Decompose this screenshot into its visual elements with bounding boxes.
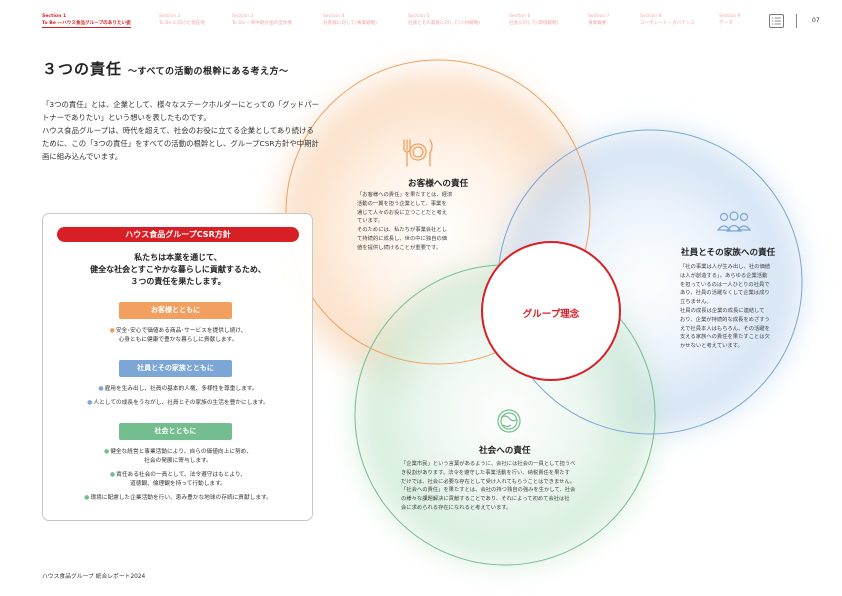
page-title: ３つの責任 ～すべての活動の根幹にある考え方～ [42, 58, 289, 79]
customer-body: 「お客様への責任」を果たすとは、経済 活動の一翼を担う企業として、事業を 通じて… [357, 192, 453, 251]
list-item: ●環境に配慮した企業活動を行い、恵み豊かな地球の存続に貢献します。 [84, 494, 272, 501]
list-item: ●人としての成長をうながし、社員とその家族の生活を豊かにします。 [87, 399, 269, 406]
page-number: 07 [812, 17, 820, 24]
title-main: ３つの責任 [42, 60, 123, 78]
customer-heading: お客様への責任 [408, 179, 469, 189]
intro-text: 「3つの責任」とは、企業として、様々なステークホルダーにとっての「グッドパートナ… [42, 98, 320, 163]
society-body: 「企業市民」という言葉があるように、会社には社会の一員として担うべ き役割があり… [401, 461, 576, 511]
pill-employees: 社員とその家族とともに [119, 360, 232, 377]
society-heading: 社会への責任 [479, 446, 531, 456]
csr-policy-box: ハウス食品グループCSR方針 私たちは本業を通じて、 健全な社会とすこやかな暮ら… [42, 213, 313, 521]
table-of-contents-button[interactable] [769, 14, 784, 28]
list-icon [772, 17, 781, 25]
employees-items: ●雇用を生み出し、社員の基本的人権、多様性を尊重します。 ●人としての成長をうな… [47, 384, 309, 412]
title-sub: ～すべての活動の根幹にある考え方～ [128, 67, 289, 77]
csr-policy-heading: ハウス食品グループCSR方針 [57, 227, 299, 242]
society-items: ●健全な経営と事業活動により、自らの価値向上に努め、 社会の発展に寄与します。 ●… [47, 447, 309, 507]
section-tab-6[interactable]: Section 6 社会に対して(環境戦略) [509, 14, 558, 27]
section-tab-9[interactable]: Section 9 データ [719, 14, 740, 27]
footer-report-name: ハウス食品グループ 統合レポート2024 [42, 574, 146, 580]
employees-heading: 社員とその家族への責任 [681, 248, 776, 258]
csr-policy-lead: 私たちは本業を通じて、 健全な社会とすこやかな暮らしに貢献するため、 ３つの責任… [90, 253, 266, 286]
list-item: ●健全な経営と事業活動により、自らの価値向上に努め、 社会の発展に寄与します。 [103, 448, 253, 464]
group-philosophy-label: グループ理念 [522, 309, 580, 320]
intro-paragraph-2: ハウス食品グループは、時代を超えて、社会のお役に立てる企業としてあり続けるために… [42, 126, 319, 161]
pill-customer: お客様とともに [119, 302, 232, 319]
section-tab-7[interactable]: Section 7 事業概要 [588, 14, 609, 27]
section-tab-1[interactable]: Section 1 To Be ―ハウス食品グループのありたい姿 [42, 14, 131, 28]
pill-society: 社会とともに [119, 423, 232, 440]
list-item: ●安全･安心で価値ある商品･サービスを提供し続け、 心身ともに健康で豊かな暮らしに… [109, 327, 247, 343]
section-tab-3[interactable]: Section 3 To Do ―新中期計画の全体像 [232, 14, 292, 27]
section-tab-5[interactable]: Section 5 社員とその家族に対して(人材戦略) [408, 14, 480, 27]
intro-paragraph-1: 「3つの責任」とは、企業として、様々なステークホルダーにとっての「グッドパートナ… [42, 100, 319, 122]
list-item: ●雇用を生み出し、社員の基本的人権、多様性を尊重します。 [98, 385, 258, 392]
section-tab-4[interactable]: Section 4 お客様に対して(事業戦略) [323, 14, 377, 27]
customer-items: ●安全･安心で価値ある商品･サービスを提供し続け、 心身ともに健康で豊かな暮らしに… [47, 326, 309, 349]
section-tab-2[interactable]: Section 2 To Be に向けた現在地 [159, 14, 205, 27]
list-item: ●責任ある社会の一員として、法令遵守はもとより、 道徳観、倫理観を持って行動します… [109, 471, 247, 487]
nav-divider [796, 14, 797, 28]
section-tab-8[interactable]: Section 8 コーポレート・ガバナンス [640, 14, 695, 27]
employees-body: 「社の事業は人が生み出し、社の価値 は人が創造する」。あらゆる企業活動 を担って… [680, 264, 771, 350]
section-nav: Section 1 To Be ―ハウス食品グループのありたい姿 Section … [42, 14, 822, 36]
